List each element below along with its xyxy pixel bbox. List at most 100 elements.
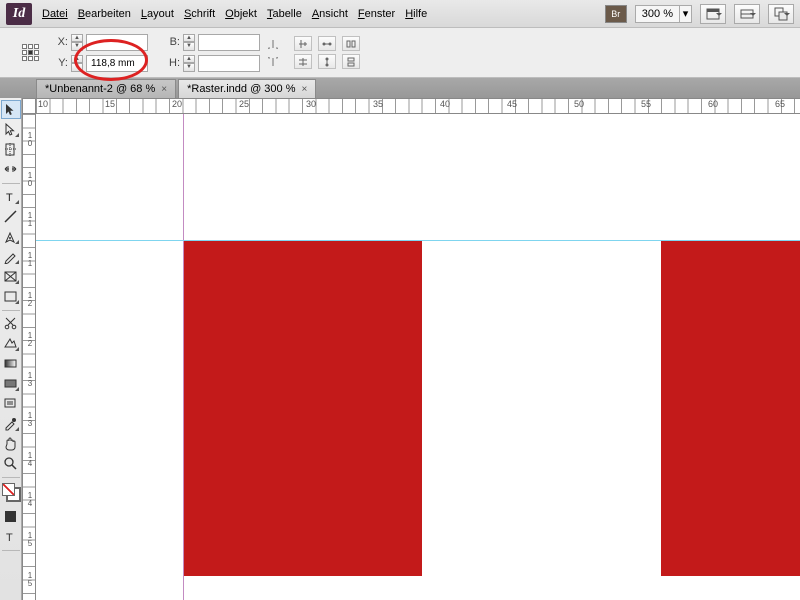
zoom-dropdown[interactable]: 300 % ▾ <box>635 5 692 23</box>
indesign-logo: Id <box>6 3 32 25</box>
direct-selection-tool[interactable] <box>1 120 21 139</box>
selection-tool[interactable] <box>1 100 21 119</box>
appbar-right: Br 300 % ▾ <box>605 4 794 24</box>
line-tool[interactable] <box>1 207 21 226</box>
x-input[interactable] <box>86 34 148 51</box>
vruler-label: 12 <box>24 292 36 308</box>
menu-fenster[interactable]: Fenster <box>358 8 395 20</box>
note-tool[interactable] <box>1 394 21 413</box>
align-icon-6[interactable] <box>342 54 360 69</box>
document-tab-2[interactable]: *Raster.indd @ 300 % × <box>178 79 316 98</box>
hruler-label: 45 <box>507 99 517 109</box>
menu-datei[interactable]: Datei <box>42 8 68 20</box>
scissors-tool[interactable] <box>1 314 21 333</box>
menu-bearbeiten[interactable]: Bearbeiten <box>78 8 131 20</box>
y-label: Y: <box>54 57 68 69</box>
align-icon-3[interactable] <box>342 36 360 51</box>
h-input[interactable] <box>198 55 260 72</box>
screen-mode-button[interactable] <box>734 4 760 24</box>
hruler-label: 20 <box>172 99 182 109</box>
close-icon[interactable]: × <box>302 84 308 95</box>
chevron-down-icon: ▾ <box>679 6 691 22</box>
zoom-tool[interactable] <box>1 454 21 473</box>
vruler-label: 11 <box>24 212 36 228</box>
close-icon[interactable]: × <box>161 84 167 95</box>
vruler-label: 14 <box>24 492 36 508</box>
type-tool[interactable]: T <box>1 187 21 206</box>
ruler-origin[interactable] <box>22 98 36 114</box>
hruler-label: 55 <box>641 99 651 109</box>
apply-color-container[interactable] <box>1 507 21 526</box>
pen-tool[interactable] <box>1 227 21 246</box>
gradient-feather-tool[interactable] <box>1 374 21 393</box>
vruler-label: 13 <box>24 372 36 388</box>
gap-tool[interactable] <box>1 160 21 179</box>
vruler-label: 13 <box>24 412 36 428</box>
menu-tabelle[interactable]: Tabelle <box>267 8 302 20</box>
menu-layout[interactable]: Layout <box>141 8 174 20</box>
vruler-label: 15 <box>24 532 36 548</box>
align-icon-1[interactable] <box>294 36 312 51</box>
h-label: H: <box>166 57 180 69</box>
b-input[interactable] <box>198 34 260 51</box>
document-canvas[interactable] <box>36 114 800 600</box>
vruler-label: 10 <box>24 172 36 188</box>
toolbox: T T <box>0 98 22 600</box>
b-label: B: <box>166 36 180 48</box>
hruler-label: 10 <box>38 99 48 109</box>
x-label: X: <box>54 36 68 48</box>
vruler-label: 14 <box>24 452 36 468</box>
svg-text:T: T <box>6 192 13 204</box>
reference-point-selector[interactable] <box>22 44 40 62</box>
align-icon-2[interactable] <box>318 36 336 51</box>
x-spinner[interactable]: ▲▼ <box>71 34 83 51</box>
menu-objekt[interactable]: Objekt <box>225 8 257 20</box>
eyedropper-tool[interactable] <box>1 414 21 433</box>
hand-tool[interactable] <box>1 434 21 453</box>
gradient-swatch-tool[interactable] <box>1 354 21 373</box>
b-spinner[interactable]: ▲▼ <box>183 34 195 51</box>
vertical-ruler[interactable]: 10 10 11 11 12 12 13 13 14 14 15 15 <box>22 114 36 600</box>
control-bar: X: ▲▼ Y: ▲▼ 118,8 mm B: ▲▼ H: ▲▼ <box>0 28 800 78</box>
menu-ansicht[interactable]: Ansicht <box>312 8 348 20</box>
vruler-label: 10 <box>24 132 36 148</box>
free-transform-tool[interactable] <box>1 334 21 353</box>
pencil-tool[interactable] <box>1 247 21 266</box>
zoom-value: 300 % <box>636 8 679 20</box>
red-rectangle-1[interactable] <box>184 241 422 576</box>
vruler-label: 15 <box>24 572 36 588</box>
fill-stroke-swatch[interactable] <box>2 483 20 501</box>
align-icon-5[interactable] <box>318 54 336 69</box>
hruler-label: 30 <box>306 99 316 109</box>
horizontal-ruler[interactable]: 10152025303540455055606570 <box>36 98 800 114</box>
hruler-label: 65 <box>775 99 785 109</box>
bridge-button[interactable]: Br <box>605 5 627 23</box>
rectangle-frame-tool[interactable] <box>1 267 21 286</box>
h-spinner[interactable]: ▲▼ <box>183 55 195 72</box>
vruler-label: 11 <box>24 252 36 268</box>
y-input[interactable]: 118,8 mm <box>86 55 148 72</box>
arrange-button[interactable] <box>768 4 794 24</box>
document-tabs: *Unbenannt-2 @ 68 % × *Raster.indd @ 300… <box>0 78 800 98</box>
menu-schrift[interactable]: Schrift <box>184 8 215 20</box>
link-dimensions-icon[interactable] <box>266 36 280 70</box>
hruler-label: 50 <box>574 99 584 109</box>
hruler-label: 40 <box>440 99 450 109</box>
view-mode-button-1[interactable] <box>700 4 726 24</box>
menu-hilfe[interactable]: Hilfe <box>405 8 427 20</box>
app-menubar: Id Datei Bearbeiten Layout Schrift Objek… <box>0 0 800 28</box>
svg-text:T: T <box>6 532 13 544</box>
apply-color-text[interactable]: T <box>1 527 21 546</box>
page-tool[interactable] <box>1 140 21 159</box>
align-distribute-group <box>294 36 360 69</box>
red-rectangle-2[interactable] <box>661 241 800 576</box>
hruler-label: 35 <box>373 99 383 109</box>
hruler-label: 15 <box>105 99 115 109</box>
document-tab-1[interactable]: *Unbenannt-2 @ 68 % × <box>36 79 176 98</box>
vruler-label: 12 <box>24 332 36 348</box>
rectangle-tool[interactable] <box>1 287 21 306</box>
align-icon-4[interactable] <box>294 54 312 69</box>
y-spinner[interactable]: ▲▼ <box>71 55 83 72</box>
document-tab-2-label: *Raster.indd @ 300 % <box>187 83 295 95</box>
document-tab-1-label: *Unbenannt-2 @ 68 % <box>45 83 155 95</box>
